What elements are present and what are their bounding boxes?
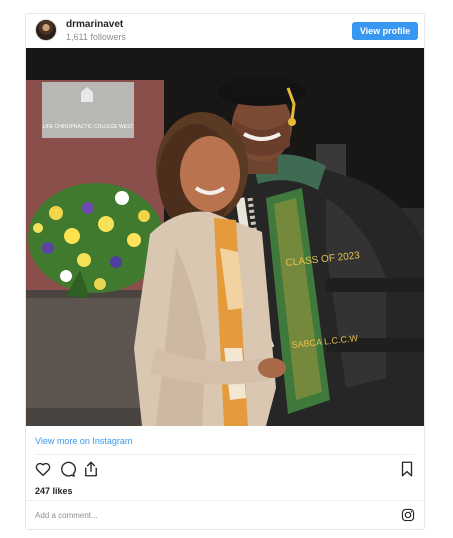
view-more-link[interactable]: View more on Instagram: [35, 436, 132, 446]
divider: [26, 500, 424, 501]
likes-count[interactable]: 247 likes: [35, 486, 73, 496]
bookmark-icon[interactable]: [398, 460, 416, 478]
avatar[interactable]: [35, 19, 57, 41]
heart-icon[interactable]: [34, 460, 52, 478]
followers-count: 1,611 followers: [66, 32, 126, 42]
view-profile-button[interactable]: View profile: [352, 22, 418, 40]
post-header: drmarinavet 1,611 followers View profile: [26, 14, 424, 48]
instagram-icon[interactable]: [401, 508, 415, 522]
podium-sign-text: LIFE CHIROPRACTIC COLLEGE WEST: [43, 124, 134, 130]
add-comment-field[interactable]: Add a comment...: [35, 511, 98, 520]
comment-icon[interactable]: [58, 460, 76, 478]
share-icon[interactable]: [82, 460, 100, 478]
graduation-photo: LIFE CHIROPRACTIC COLLEGE WEST CLASS OF …: [26, 48, 424, 426]
action-bar: [26, 460, 424, 480]
post-photo[interactable]: LIFE CHIROPRACTIC COLLEGE WEST CLASS OF …: [26, 48, 424, 426]
divider: [35, 454, 415, 455]
instagram-embed: drmarinavet 1,611 followers View profile…: [25, 13, 425, 530]
username[interactable]: drmarinavet: [66, 19, 126, 31]
user-info: drmarinavet 1,611 followers: [66, 19, 126, 43]
